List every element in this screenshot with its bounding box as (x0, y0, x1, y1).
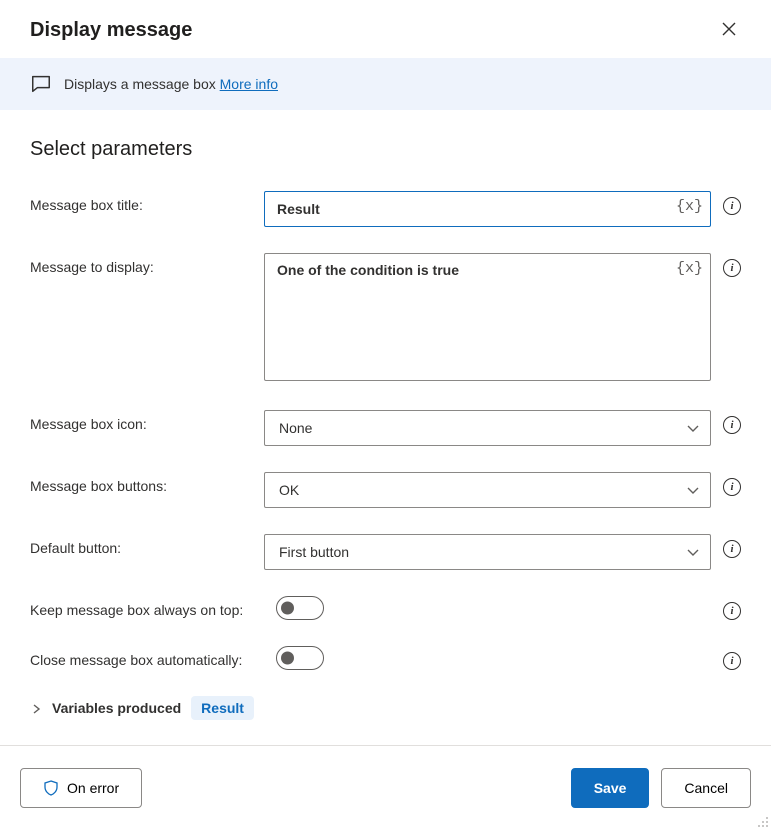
info-icon[interactable] (723, 540, 741, 558)
label-msg-icon: Message box icon: (30, 410, 264, 432)
info-icon[interactable] (723, 602, 741, 620)
save-label: Save (594, 780, 627, 796)
cancel-button[interactable]: Cancel (661, 768, 751, 808)
close-icon (722, 22, 736, 39)
label-always-top: Keep message box always on top: (30, 596, 276, 618)
shield-icon (43, 780, 59, 796)
var-token-button[interactable]: {x} (676, 260, 703, 277)
select-default-btn[interactable]: First button (264, 534, 711, 570)
variable-badge[interactable]: Result (191, 696, 254, 720)
info-banner-text: Displays a message box More info (64, 76, 278, 92)
chevron-down-icon (686, 421, 700, 435)
variables-produced-row[interactable]: Variables produced Result (30, 696, 741, 720)
close-button[interactable] (717, 18, 741, 42)
on-error-label: On error (67, 780, 119, 796)
info-icon[interactable] (723, 416, 741, 434)
more-info-link[interactable]: More info (220, 76, 278, 92)
info-icon[interactable] (723, 259, 741, 277)
label-auto-close: Close message box automatically: (30, 646, 276, 668)
select-msg-buttons[interactable]: OK (264, 472, 711, 508)
label-msg-buttons: Message box buttons: (30, 472, 264, 494)
resize-grip[interactable] (755, 814, 769, 828)
select-msg-icon[interactable]: None (264, 410, 711, 446)
on-error-button[interactable]: On error (20, 768, 142, 808)
label-default-btn: Default button: (30, 534, 264, 556)
label-msg-display: Message to display: (30, 253, 264, 275)
cancel-label: Cancel (684, 780, 728, 796)
label-msg-title: Message box title: (30, 191, 264, 213)
info-icon[interactable] (723, 478, 741, 496)
chevron-right-icon (30, 702, 42, 714)
chevron-down-icon (686, 483, 700, 497)
chevron-down-icon (686, 545, 700, 559)
info-icon[interactable] (723, 197, 741, 215)
dialog-title: Display message (30, 19, 192, 42)
banner-text: Displays a message box (64, 76, 220, 92)
toggle-always-top[interactable] (276, 596, 324, 620)
info-icon[interactable] (723, 652, 741, 670)
select-value: First button (279, 544, 349, 560)
input-msg-display[interactable]: One of the condition is true (264, 253, 711, 381)
variables-produced-label: Variables produced (52, 700, 181, 716)
message-box-icon (30, 73, 52, 95)
var-token-button[interactable]: {x} (676, 198, 703, 215)
select-value: OK (279, 482, 299, 498)
section-title: Select parameters (30, 138, 741, 161)
info-banner: Displays a message box More info (0, 58, 771, 110)
input-msg-title[interactable] (264, 191, 711, 227)
save-button[interactable]: Save (571, 768, 650, 808)
select-value: None (279, 420, 312, 436)
toggle-auto-close[interactable] (276, 646, 324, 670)
